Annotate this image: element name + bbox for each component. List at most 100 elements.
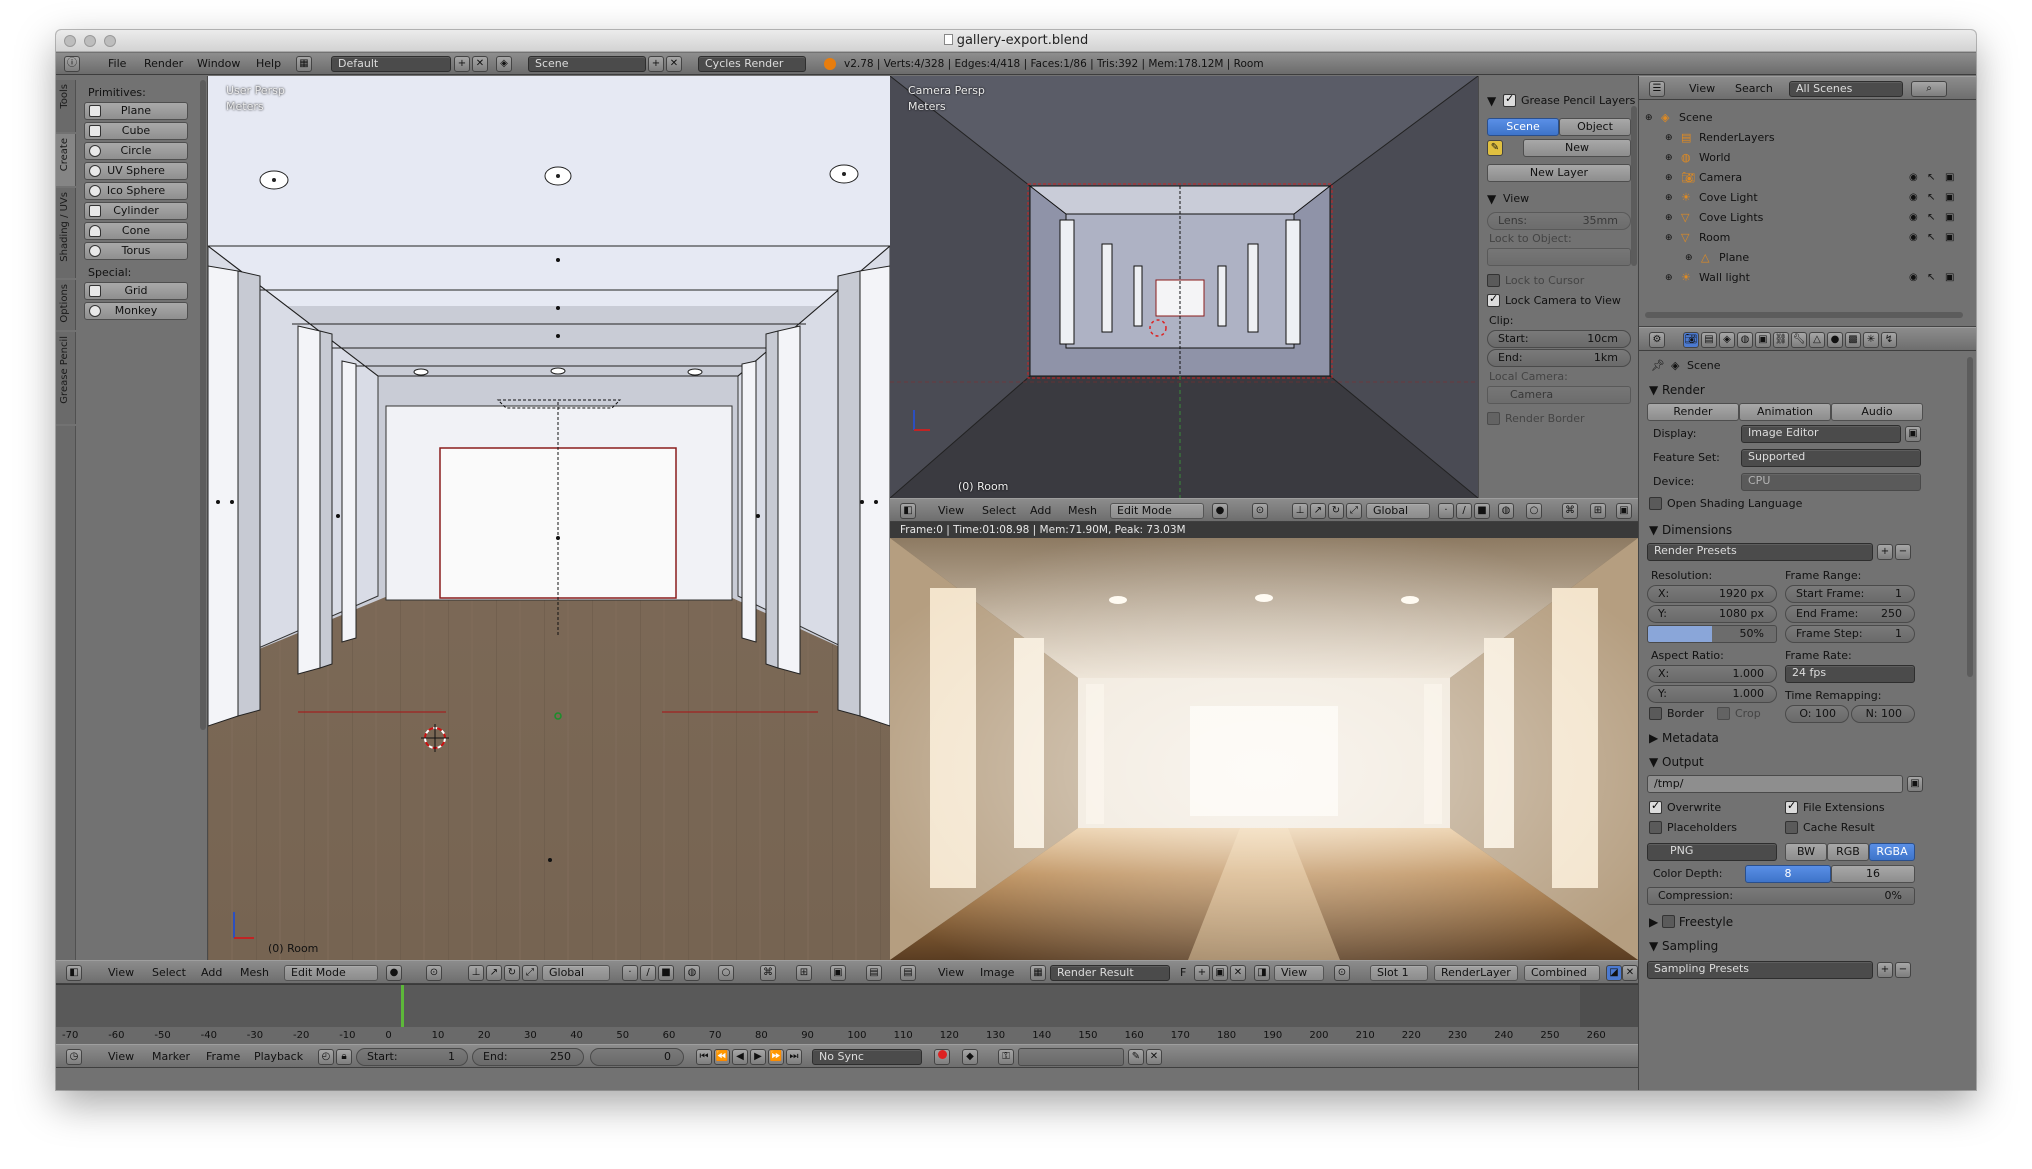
resolution-y-field[interactable]: Y: 1080 px bbox=[1647, 605, 1777, 623]
texture-tab-icon[interactable]: ▩ bbox=[1845, 332, 1861, 348]
menu-view[interactable]: View bbox=[108, 961, 134, 985]
eye-icon[interactable]: ◉ bbox=[1909, 188, 1918, 208]
outliner-row[interactable]: ⊕ ▤ RenderLayers bbox=[1639, 128, 1976, 148]
expand-icon[interactable]: ⊕ bbox=[1685, 248, 1693, 268]
clip-start-field[interactable]: Start: 10cm bbox=[1487, 330, 1631, 348]
grease-pencil-section-toggle[interactable]: ▼ bbox=[1487, 94, 1496, 108]
timeline-menu-playback[interactable]: Playback bbox=[254, 1045, 303, 1069]
insert-keyframe-icon[interactable]: ✎ bbox=[1128, 1049, 1144, 1065]
render-pass-select[interactable]: Combined bbox=[1524, 965, 1600, 981]
proportional-edit-icon[interactable]: ○ bbox=[718, 965, 734, 981]
render-icon[interactable]: ▣ bbox=[1945, 168, 1954, 188]
render-preview-icon[interactable]: ▣ bbox=[830, 965, 846, 981]
timeline-menu-marker[interactable]: Marker bbox=[152, 1045, 190, 1069]
pivot-icon[interactable]: ⊙ bbox=[1334, 965, 1350, 981]
display-channels-icon[interactable]: ◪ bbox=[1606, 965, 1622, 981]
image-view-icon[interactable]: ◨ bbox=[1254, 965, 1270, 981]
play-reverse-icon[interactable]: ◀ bbox=[732, 1049, 748, 1065]
image-editor-type-icon[interactable]: ▤ bbox=[900, 965, 916, 981]
eye-icon[interactable]: ◉ bbox=[1909, 268, 1918, 288]
add-uv-sphere-button[interactable]: UV Sphere bbox=[84, 162, 188, 180]
cursor-icon[interactable]: ↖ bbox=[1927, 208, 1935, 228]
camera-limit-selection-icon[interactable]: ◍ bbox=[1498, 503, 1514, 519]
eye-icon[interactable]: ◉ bbox=[1909, 208, 1918, 228]
jump-end-icon[interactable]: ⏭ bbox=[786, 1049, 802, 1065]
data-tab-icon[interactable]: △ bbox=[1809, 332, 1825, 348]
add-scene-icon[interactable]: + bbox=[648, 56, 664, 72]
timeline-area[interactable]: -70 -60 -50 -40 -30 -20 -10 0 10 20 30 40 50 60 70 80 90… bbox=[56, 984, 1638, 1045]
constraints-tab-icon[interactable]: ⛓ bbox=[1773, 332, 1789, 348]
time-remap-new-field[interactable]: N: 100 bbox=[1851, 705, 1915, 723]
lock-camera-checkbox[interactable] bbox=[1487, 292, 1500, 307]
orientation-select[interactable]: Global bbox=[542, 965, 610, 981]
scene-tab-icon[interactable]: ◈ bbox=[1719, 332, 1735, 348]
resolution-percentage-slider[interactable]: 50% bbox=[1647, 625, 1777, 643]
camera-pivot-icon[interactable]: ⊙ bbox=[1252, 503, 1268, 519]
sync-mode-select[interactable]: No Sync bbox=[812, 1049, 922, 1065]
add-plane-button[interactable]: Plane bbox=[84, 102, 188, 120]
gp-object-button[interactable]: Object bbox=[1559, 118, 1631, 136]
outliner-row[interactable]: ⊕ ◈ Scene bbox=[1639, 108, 1976, 128]
color-bw-button[interactable]: BW bbox=[1785, 843, 1827, 861]
camera-translate-icon[interactable]: ↗ bbox=[1310, 503, 1326, 519]
gp-new-button[interactable]: New bbox=[1523, 139, 1631, 157]
eye-icon[interactable]: ◉ bbox=[1909, 168, 1918, 188]
opengl-render-icon[interactable]: ▤ bbox=[866, 965, 882, 981]
outliner-menu-view[interactable]: View bbox=[1689, 77, 1715, 101]
camera-snap-icon[interactable]: ⌘ bbox=[1562, 503, 1578, 519]
file-browse-icon[interactable]: ▣ bbox=[1907, 776, 1923, 792]
color-rgba-button[interactable]: RGBA bbox=[1869, 843, 1915, 861]
tab-tools[interactable]: Tools bbox=[56, 80, 76, 132]
start-frame-field[interactable]: Start Frame: 1 bbox=[1785, 585, 1915, 603]
render-presets-select[interactable]: Render Presets bbox=[1647, 543, 1873, 561]
record-icon[interactable] bbox=[934, 1049, 950, 1065]
end-frame-field[interactable]: End Frame: 250 bbox=[1785, 605, 1915, 623]
lens-field[interactable]: Lens: 35mm bbox=[1487, 212, 1631, 230]
color-depth-8-button[interactable]: 8 bbox=[1745, 865, 1831, 883]
outliner-menu-search[interactable]: Search bbox=[1735, 77, 1773, 101]
menu-window[interactable]: Window bbox=[197, 53, 240, 75]
grease-pencil-checkbox[interactable] bbox=[1503, 92, 1516, 107]
timeline-type-icon[interactable]: ◷ bbox=[66, 1049, 82, 1065]
lock-object-field[interactable] bbox=[1487, 248, 1631, 266]
world-tab-icon[interactable]: ◍ bbox=[1737, 332, 1753, 348]
color-depth-16-button[interactable]: 16 bbox=[1831, 865, 1915, 883]
slot-select[interactable]: Slot 1 bbox=[1370, 965, 1428, 981]
tab-options[interactable]: Options bbox=[56, 280, 76, 330]
pin-icon[interactable]: 📌︎ bbox=[1651, 359, 1665, 372]
display-toggle-icon[interactable]: ▣ bbox=[1905, 426, 1921, 442]
cache-result-checkbox[interactable] bbox=[1785, 821, 1798, 834]
menu-file[interactable]: File bbox=[108, 53, 126, 75]
time-remap-old-field[interactable]: O: 100 bbox=[1785, 705, 1849, 723]
keying-set-field[interactable] bbox=[1018, 1048, 1124, 1066]
jump-start-icon[interactable]: ⏮ bbox=[696, 1049, 712, 1065]
feature-set-select[interactable]: Supported bbox=[1741, 449, 1921, 467]
current-frame-field[interactable]: 0 bbox=[590, 1048, 684, 1066]
render-icon[interactable]: ▣ bbox=[1945, 268, 1954, 288]
outliner-row[interactable]: ⊕ 📷︎ Camera ◉ ↖ ▣ bbox=[1639, 168, 1976, 188]
add-layout-icon[interactable]: + bbox=[454, 56, 470, 72]
editor-type-icon[interactable]: ◧ bbox=[900, 503, 916, 519]
menu-help[interactable]: Help bbox=[256, 53, 281, 75]
close-window-button[interactable] bbox=[64, 35, 76, 47]
properties-type-icon[interactable]: ⚙ bbox=[1649, 332, 1665, 348]
tab-shading-uvs[interactable]: Shading / UVs bbox=[56, 188, 76, 278]
face-select-icon[interactable]: ■ bbox=[658, 965, 674, 981]
animation-button[interactable]: Animation bbox=[1739, 403, 1831, 421]
remove-sampling-preset-icon[interactable]: − bbox=[1895, 962, 1911, 978]
image-new-icon[interactable]: + bbox=[1194, 965, 1210, 981]
expand-icon[interactable]: ⊕ bbox=[1665, 148, 1673, 168]
end-frame-field[interactable]: End: 250 bbox=[472, 1048, 584, 1066]
compression-slider[interactable]: Compression: 0% bbox=[1647, 887, 1915, 905]
particles-tab-icon[interactable]: ✳ bbox=[1863, 332, 1879, 348]
add-preset-icon[interactable]: + bbox=[1877, 544, 1893, 560]
expand-icon[interactable]: ⊕ bbox=[1665, 168, 1673, 188]
overwrite-checkbox[interactable] bbox=[1649, 799, 1662, 814]
outliner-filter-select[interactable]: All Scenes bbox=[1789, 81, 1903, 97]
output-path-field[interactable]: /tmp/ bbox=[1647, 775, 1903, 793]
frame-step-field[interactable]: Frame Step: 1 bbox=[1785, 625, 1915, 643]
expand-icon[interactable]: ⊕ bbox=[1665, 128, 1673, 148]
view-section-toggle[interactable]: ▼ bbox=[1487, 192, 1496, 206]
camera-rotate-icon[interactable]: ↻ bbox=[1328, 503, 1344, 519]
cursor-icon[interactable]: ↖ bbox=[1927, 188, 1935, 208]
